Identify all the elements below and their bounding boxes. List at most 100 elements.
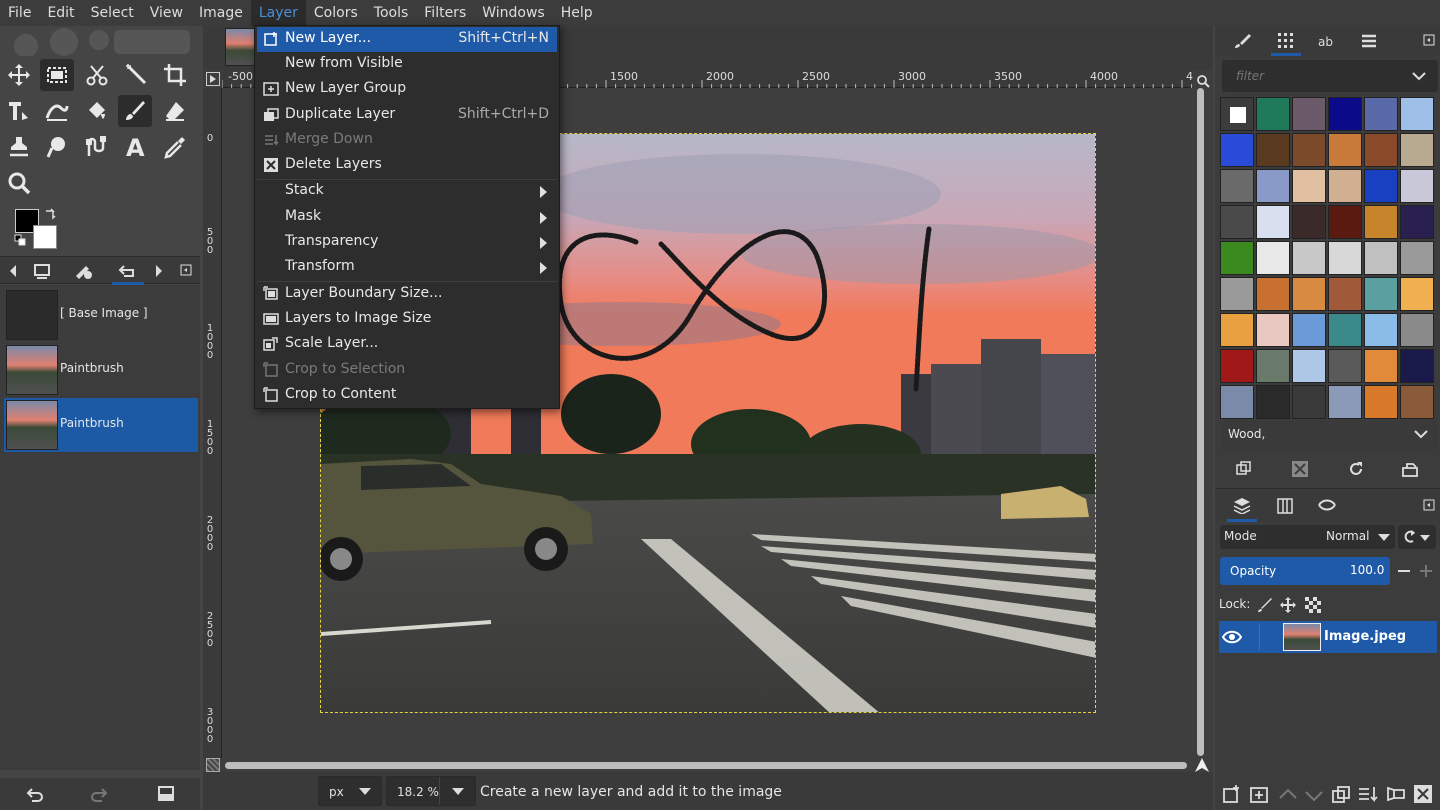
vertical-scrollbar[interactable] xyxy=(1196,88,1206,760)
merge-layer-icon[interactable] xyxy=(1357,784,1379,806)
dock-menu-icon[interactable] xyxy=(180,264,192,276)
crop-tool-icon[interactable] xyxy=(158,59,192,91)
pattern-swatch[interactable] xyxy=(1364,385,1398,419)
lower-layer-icon[interactable] xyxy=(1303,784,1325,806)
menu-image[interactable]: Image xyxy=(191,0,251,26)
new-layer-group-icon[interactable] xyxy=(1249,784,1271,806)
menu-item-merge-down[interactable]: Merge Down xyxy=(257,128,557,153)
paths-tool-icon[interactable] xyxy=(80,131,114,163)
horizontal-scrollbar-thumb[interactable] xyxy=(225,762,1187,769)
tab-brushes-icon[interactable] xyxy=(1233,32,1253,50)
horizontal-scrollbar[interactable] xyxy=(225,760,1193,770)
tab-tool-options-icon[interactable] xyxy=(74,262,94,280)
pattern-swatch[interactable] xyxy=(1400,349,1434,383)
pattern-swatch[interactable] xyxy=(1400,133,1434,167)
pattern-swatch[interactable] xyxy=(1256,313,1290,347)
pattern-swatch[interactable] xyxy=(1364,349,1398,383)
menu-item-layers-to-image-size[interactable]: Layers to Image Size xyxy=(257,307,557,332)
opacity-increase-icon[interactable] xyxy=(1418,564,1434,578)
menu-tools[interactable]: Tools xyxy=(366,0,417,26)
layer-row-selected[interactable]: Image.jpeg xyxy=(1219,621,1437,653)
unified-transform-tool-icon[interactable] xyxy=(2,95,36,127)
menu-item-transparency[interactable]: Transparency xyxy=(257,230,557,255)
smudge-tool-icon[interactable] xyxy=(40,131,74,163)
pattern-swatch[interactable] xyxy=(1256,205,1290,239)
open-pattern-as-image-icon[interactable] xyxy=(1401,460,1419,478)
pattern-swatch[interactable] xyxy=(1400,169,1434,203)
pattern-swatch[interactable] xyxy=(1256,97,1290,131)
text-tool-icon[interactable]: A xyxy=(118,131,152,163)
dock-menu-icon[interactable] xyxy=(1423,34,1435,46)
pattern-swatch[interactable] xyxy=(1400,277,1434,311)
dock-menu-icon[interactable] xyxy=(1423,499,1435,511)
menu-item-duplicate-layer[interactable]: Duplicate Layer Shift+Ctrl+D xyxy=(257,103,557,128)
menu-colors[interactable]: Colors xyxy=(306,0,366,26)
paintbrush-tool-icon[interactable] xyxy=(118,95,152,127)
bucket-fill-tool-icon[interactable] xyxy=(80,95,114,127)
tab-fonts-icon[interactable]: ab xyxy=(1317,32,1337,50)
history-item-selected[interactable]: Paintbrush xyxy=(4,398,198,452)
menu-item-delete-layers[interactable]: Delete Layers xyxy=(257,153,557,178)
pattern-swatch[interactable] xyxy=(1328,277,1362,311)
lock-pixels-icon[interactable] xyxy=(1256,596,1274,614)
lock-position-icon[interactable] xyxy=(1279,596,1297,614)
menu-file[interactable]: File xyxy=(0,0,39,26)
pattern-swatch[interactable] xyxy=(1364,205,1398,239)
pattern-swatch[interactable] xyxy=(1328,385,1362,419)
pattern-swatch[interactable] xyxy=(1220,205,1254,239)
color-picker-tool-icon[interactable] xyxy=(158,131,192,163)
menu-view[interactable]: View xyxy=(142,0,191,26)
opacity-slider[interactable]: Opacity 100.0 xyxy=(1220,557,1390,585)
pattern-swatch[interactable] xyxy=(1256,277,1290,311)
pattern-swatch[interactable] xyxy=(1220,169,1254,203)
pattern-swatch[interactable] xyxy=(1364,277,1398,311)
menu-item-crop-to-selection[interactable]: Crop to Selection xyxy=(257,358,557,383)
pattern-swatch[interactable] xyxy=(1328,205,1362,239)
tab-device-status-icon[interactable] xyxy=(32,262,52,280)
scissors-select-tool-icon[interactable] xyxy=(80,59,114,91)
menu-item-new-from-visible[interactable]: New from Visible xyxy=(257,52,557,77)
pattern-swatch[interactable] xyxy=(1292,313,1326,347)
warp-transform-tool-icon[interactable] xyxy=(40,95,74,127)
pattern-swatch[interactable] xyxy=(1364,241,1398,275)
pattern-filter-input[interactable] xyxy=(1222,60,1412,92)
pattern-edit-icon[interactable] xyxy=(1235,460,1253,478)
pattern-swatch[interactable] xyxy=(1292,277,1326,311)
menu-item-stack[interactable]: Stack xyxy=(257,179,557,204)
layer-mode-select[interactable]: Mode Normal xyxy=(1220,525,1395,549)
tab-paths-icon[interactable] xyxy=(1317,497,1337,515)
menu-edit[interactable]: Edit xyxy=(39,0,82,26)
pattern-swatch[interactable] xyxy=(1328,133,1362,167)
pattern-swatch[interactable] xyxy=(1328,97,1362,131)
zoom-image-icon[interactable] xyxy=(1196,74,1210,88)
tab-channels-icon[interactable] xyxy=(1275,497,1295,515)
new-layer-icon[interactable] xyxy=(1221,784,1243,806)
pattern-swatch[interactable] xyxy=(1220,277,1254,311)
fuzzy-select-tool-icon[interactable] xyxy=(120,59,154,91)
pattern-swatch[interactable] xyxy=(1220,349,1254,383)
menu-select[interactable]: Select xyxy=(83,0,142,26)
menu-filters[interactable]: Filters xyxy=(416,0,474,26)
mode-switch-button[interactable] xyxy=(1398,525,1436,549)
visibility-eye-icon[interactable] xyxy=(1222,629,1242,645)
delete-pattern-icon[interactable] xyxy=(1291,460,1309,478)
layer-mask-icon[interactable] xyxy=(1385,784,1407,806)
tab-scroll-right-icon[interactable] xyxy=(154,264,164,278)
tab-layers[interactable] xyxy=(1227,489,1257,522)
duplicate-layer-icon[interactable] xyxy=(1331,784,1353,806)
menu-item-new-layer[interactable]: New Layer... Shift+Ctrl+N xyxy=(257,27,557,52)
clear-history-icon[interactable] xyxy=(156,784,176,804)
pattern-swatch[interactable] xyxy=(1292,169,1326,203)
pattern-swatch[interactable] xyxy=(1364,133,1398,167)
pattern-swatch[interactable] xyxy=(1256,133,1290,167)
pattern-swatch[interactable] xyxy=(1292,205,1326,239)
pattern-swatch[interactable] xyxy=(1220,133,1254,167)
pattern-name-combo[interactable]: Wood, xyxy=(1222,420,1438,450)
vertical-scrollbar-thumb[interactable] xyxy=(1197,88,1204,756)
lock-alpha-icon[interactable] xyxy=(1304,596,1322,614)
move-tool-icon[interactable] xyxy=(2,59,36,91)
menu-item-transform[interactable]: Transform xyxy=(257,255,557,280)
menu-item-crop-to-content[interactable]: Crop to Content xyxy=(257,383,557,408)
zoom-select[interactable]: 18.2 % xyxy=(386,776,476,806)
pattern-swatch[interactable] xyxy=(1256,169,1290,203)
